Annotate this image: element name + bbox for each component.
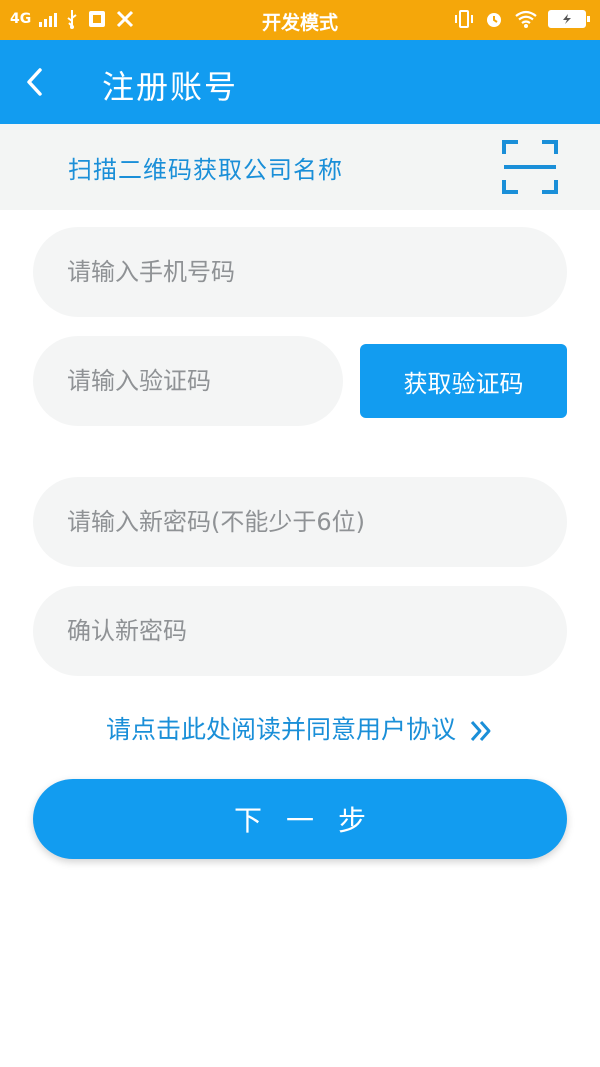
status-right: [454, 9, 590, 29]
get-code-button[interactable]: 获取验证码: [360, 344, 567, 418]
scan-icon: [502, 140, 558, 194]
chevron-left-icon: [27, 68, 42, 96]
agreement-text: 请点击此处阅读并同意用户协议: [106, 715, 457, 744]
new-password-input[interactable]: [33, 477, 567, 567]
header-bar: 注册账号: [0, 40, 600, 124]
phone-input[interactable]: [33, 227, 567, 317]
scan-qr-row[interactable]: 扫描二维码获取公司名称: [0, 124, 600, 210]
verification-code-input[interactable]: [33, 336, 343, 426]
wifi-icon: [515, 10, 537, 28]
scan-qr-label: 扫描二维码获取公司名称: [68, 156, 343, 184]
page-title: 注册账号: [102, 68, 239, 106]
status-bar: 4G 开发模式: [0, 0, 600, 40]
alarm-icon: [487, 13, 501, 27]
battery-icon: [548, 10, 590, 28]
back-button[interactable]: [18, 62, 58, 102]
vibrate-icon: [455, 10, 473, 28]
confirm-password-input[interactable]: [33, 586, 567, 676]
next-step-button[interactable]: 下一步: [33, 779, 567, 859]
scan-qr-button[interactable]: [500, 138, 560, 196]
user-agreement-link[interactable]: 请点击此处阅读并同意用户协议: [0, 710, 600, 746]
double-chevron-right-icon: [470, 721, 491, 741]
